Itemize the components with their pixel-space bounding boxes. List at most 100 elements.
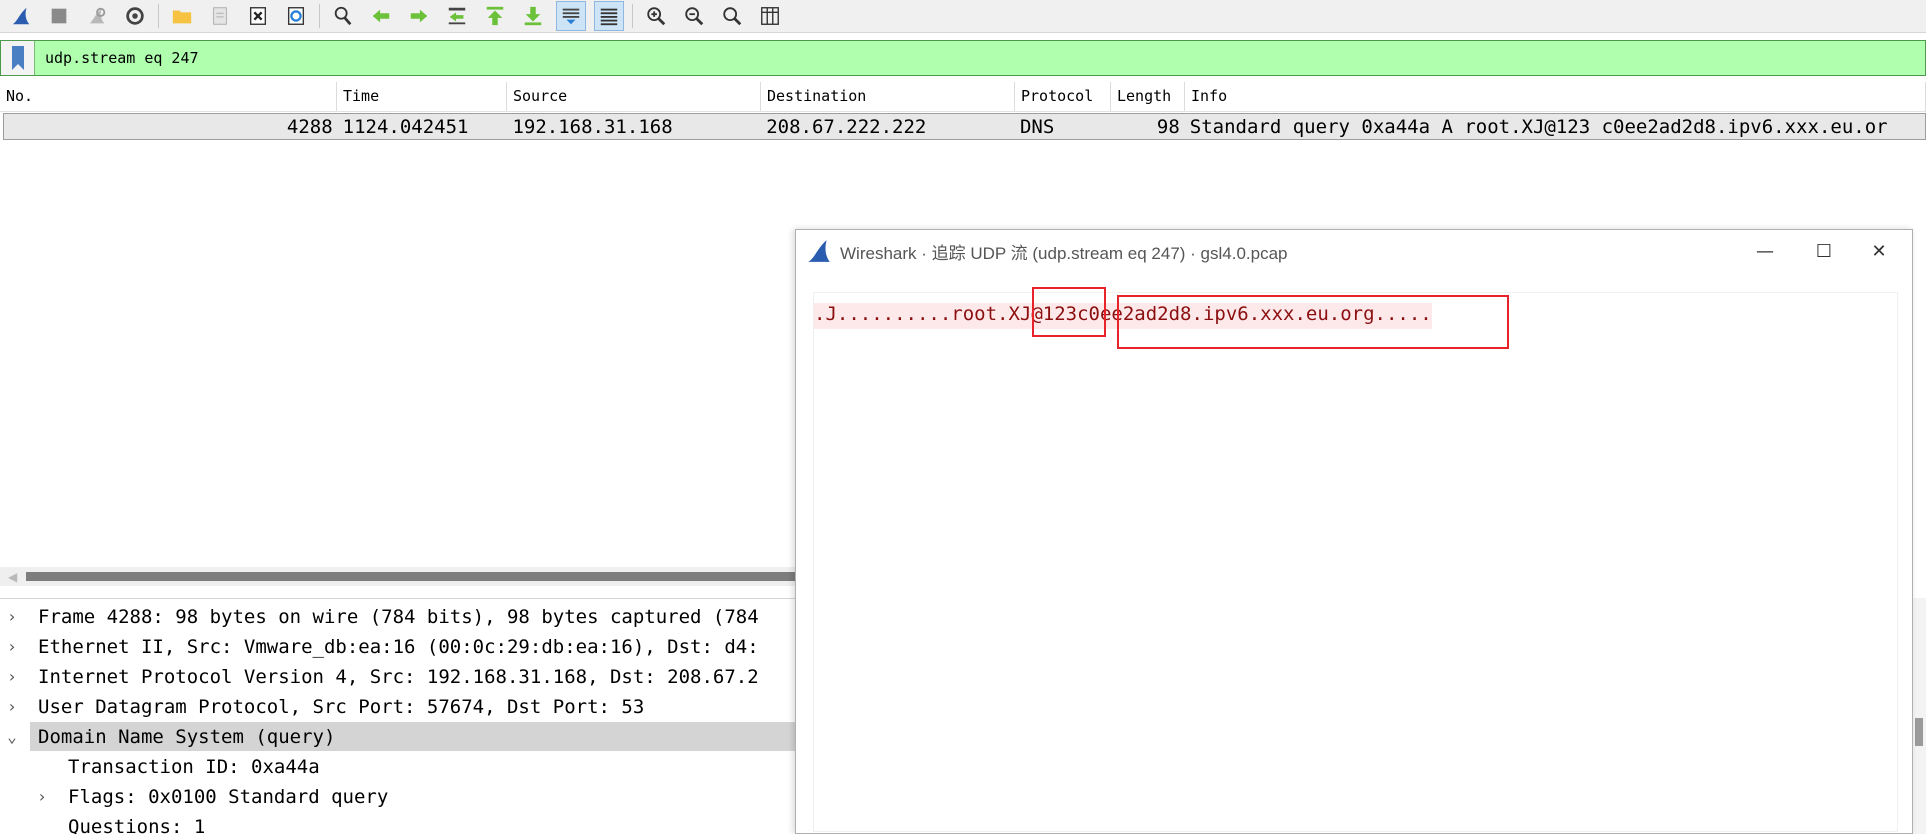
restart-icon bbox=[89, 7, 106, 24]
toolbar-separator bbox=[319, 4, 320, 28]
detail-text: Ethernet II, Src: Vmware_db:ea:16 (00:0c… bbox=[38, 635, 759, 658]
details-vertical-scrollbar[interactable] bbox=[1912, 598, 1926, 834]
detail-text: Transaction ID: 0xa44a bbox=[68, 755, 320, 778]
save-file-button[interactable] bbox=[205, 1, 235, 31]
column-header-destination[interactable]: Destination bbox=[761, 82, 1015, 111]
stop-icon bbox=[51, 8, 67, 24]
resize-columns-icon bbox=[761, 7, 779, 25]
detail-row-questions[interactable]: Questions: 1 bbox=[68, 812, 800, 834]
arrow-down-icon bbox=[524, 6, 542, 26]
packet-length: 98 bbox=[1156, 115, 1180, 138]
stream-content-area[interactable]: .J..........root. XJ@123 c0ee2ad2d8.ipv6.… bbox=[813, 287, 1898, 832]
packet-info: Standard query 0xa44a A root.XJ@123 c0ee… bbox=[1189, 115, 1888, 138]
expand-arrow-icon[interactable]: › bbox=[0, 637, 24, 656]
go-forward-button[interactable] bbox=[404, 1, 434, 31]
restart-capture-button[interactable] bbox=[82, 1, 112, 31]
go-to-packet-icon bbox=[448, 7, 466, 25]
packet-destination: 208.67.222.222 bbox=[766, 115, 927, 138]
follow-udp-stream-dialog: Wireshark · 追踪 UDP 流 (udp.stream eq 247)… bbox=[795, 229, 1913, 834]
zoom-out-button[interactable] bbox=[679, 1, 709, 31]
stop-capture-button[interactable] bbox=[44, 1, 74, 31]
packet-details-pane: › Frame 4288: 98 bytes on wire (784 bits… bbox=[0, 598, 800, 834]
highlight-box-domain bbox=[1117, 295, 1509, 349]
first-packet-button[interactable] bbox=[480, 1, 510, 31]
gear-icon bbox=[126, 7, 144, 25]
detail-text: Questions: 1 bbox=[68, 815, 206, 834]
autoscroll-icon bbox=[562, 8, 580, 25]
column-header-info[interactable]: Info bbox=[1185, 82, 1926, 111]
start-capture-button[interactable] bbox=[6, 1, 36, 31]
dialog-title: Wireshark · 追踪 UDP 流 (udp.stream eq 247)… bbox=[840, 243, 1288, 263]
colorize-button[interactable] bbox=[594, 1, 624, 31]
shark-fin-icon bbox=[12, 7, 30, 25]
open-file-button[interactable] bbox=[167, 1, 197, 31]
find-icon bbox=[334, 6, 352, 26]
detail-row-dns-arrow[interactable]: ⌄ bbox=[0, 722, 30, 751]
detail-text: Domain Name System (query) bbox=[38, 725, 336, 748]
scrollbar-thumb[interactable] bbox=[1915, 718, 1923, 746]
open-folder-icon bbox=[172, 10, 192, 24]
packet-list-header: No. Time Source Destination Protocol Len… bbox=[0, 82, 1926, 112]
expand-arrow-icon[interactable]: › bbox=[30, 787, 54, 806]
packet-time: 1124.042451 bbox=[342, 115, 469, 138]
packet-protocol: DNS bbox=[1019, 115, 1055, 138]
column-header-protocol[interactable]: Protocol bbox=[1015, 82, 1111, 111]
expand-arrow-icon[interactable]: › bbox=[0, 667, 24, 686]
expand-arrow-icon[interactable]: › bbox=[0, 697, 24, 716]
expand-arrow-icon[interactable]: › bbox=[0, 607, 24, 626]
packet-source: 192.168.31.168 bbox=[512, 115, 673, 138]
scrollbar-thumb[interactable] bbox=[26, 572, 800, 581]
main-toolbar bbox=[0, 0, 1926, 33]
highlight-box-password bbox=[1032, 287, 1106, 337]
detail-text: Internet Protocol Version 4, Src: 192.16… bbox=[38, 665, 759, 688]
bookmark-icon bbox=[11, 46, 24, 70]
packet-no: 4288 bbox=[286, 115, 333, 138]
toolbar-separator bbox=[632, 4, 633, 28]
arrow-left-icon bbox=[372, 9, 390, 23]
last-packet-button[interactable] bbox=[518, 1, 548, 31]
minimize-button[interactable]: — bbox=[1737, 236, 1793, 266]
detail-row-ipv4[interactable]: › Internet Protocol Version 4, Src: 192.… bbox=[0, 662, 800, 691]
column-header-no[interactable]: No. bbox=[0, 82, 337, 111]
zoom-in-button[interactable] bbox=[641, 1, 671, 31]
collapse-arrow-icon[interactable]: ⌄ bbox=[0, 727, 24, 746]
detail-row-transaction-id[interactable]: Transaction ID: 0xa44a bbox=[68, 752, 800, 781]
toolbar-separator bbox=[158, 4, 159, 28]
detail-row-udp[interactable]: › User Datagram Protocol, Src Port: 5767… bbox=[0, 692, 800, 721]
autoscroll-button[interactable] bbox=[556, 1, 586, 31]
maximize-button[interactable]: ☐ bbox=[1796, 236, 1852, 266]
normal-size-icon bbox=[723, 7, 742, 26]
column-header-source[interactable]: Source bbox=[507, 82, 761, 111]
reload-file-button[interactable] bbox=[281, 1, 311, 31]
zoom-out-icon bbox=[685, 7, 704, 26]
detail-text: User Datagram Protocol, Src Port: 57674,… bbox=[38, 695, 645, 718]
zoom-in-icon bbox=[647, 7, 666, 26]
go-to-packet-button[interactable] bbox=[442, 1, 472, 31]
detail-row-ethernet[interactable]: › Ethernet II, Src: Vmware_db:ea:16 (00:… bbox=[0, 632, 800, 661]
packet-list-horizontal-scrollbar[interactable]: ◀ bbox=[0, 567, 800, 586]
scroll-left-icon[interactable]: ◀ bbox=[8, 570, 17, 584]
detail-text: Frame 4288: 98 bytes on wire (784 bits),… bbox=[38, 605, 759, 628]
close-button[interactable]: ✕ bbox=[1851, 236, 1907, 266]
close-file-icon bbox=[249, 7, 267, 25]
column-header-time[interactable]: Time bbox=[337, 82, 507, 111]
save-file-icon bbox=[213, 7, 227, 25]
resize-columns-button[interactable] bbox=[755, 1, 785, 31]
display-filter-input[interactable] bbox=[35, 43, 1835, 73]
wireshark-logo-icon bbox=[808, 240, 830, 262]
arrow-right-icon bbox=[410, 9, 428, 23]
find-packet-button[interactable] bbox=[328, 1, 358, 31]
packet-row[interactable]: 4288 1124.042451 192.168.31.168 208.67.2… bbox=[3, 113, 1926, 140]
go-back-button[interactable] bbox=[366, 1, 396, 31]
display-filter-bar bbox=[0, 40, 1926, 76]
close-file-button[interactable] bbox=[243, 1, 273, 31]
filter-bookmark-button[interactable] bbox=[1, 41, 35, 75]
detail-text: Flags: 0x0100 Standard query bbox=[68, 785, 389, 808]
detail-row-frame[interactable]: › Frame 4288: 98 bytes on wire (784 bits… bbox=[0, 602, 800, 631]
column-header-length[interactable]: Length bbox=[1111, 82, 1185, 111]
normal-size-button[interactable] bbox=[717, 1, 747, 31]
capture-options-button[interactable] bbox=[120, 1, 150, 31]
detail-row-dns[interactable]: Domain Name System (query) bbox=[30, 722, 800, 751]
arrow-up-icon bbox=[486, 6, 504, 26]
detail-row-flags[interactable]: › Flags: 0x0100 Standard query bbox=[30, 782, 800, 811]
